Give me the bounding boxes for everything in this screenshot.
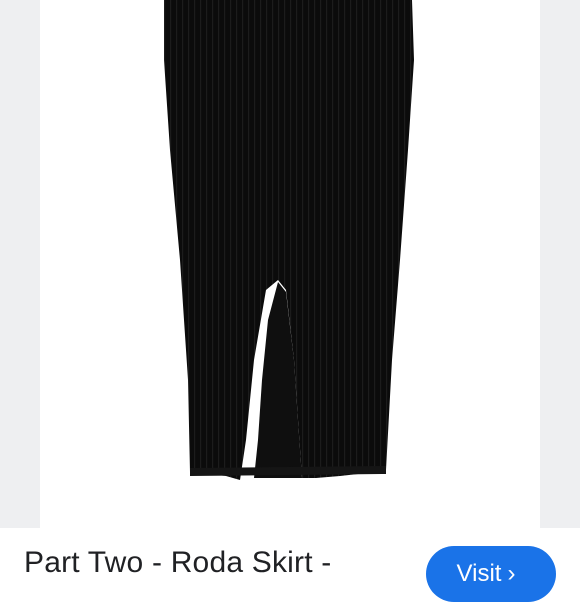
visit-button[interactable]: Visit › xyxy=(426,546,556,602)
product-info-bar: Part Two - Roda Skirt - Visit › xyxy=(0,528,580,602)
chevron-right-icon: › xyxy=(507,560,516,587)
visit-label: Visit xyxy=(456,560,502,587)
product-image-frame[interactable] xyxy=(40,0,540,528)
product-image xyxy=(164,0,414,480)
product-title[interactable]: Part Two - Roda Skirt - xyxy=(24,545,331,581)
image-viewer xyxy=(0,0,580,528)
